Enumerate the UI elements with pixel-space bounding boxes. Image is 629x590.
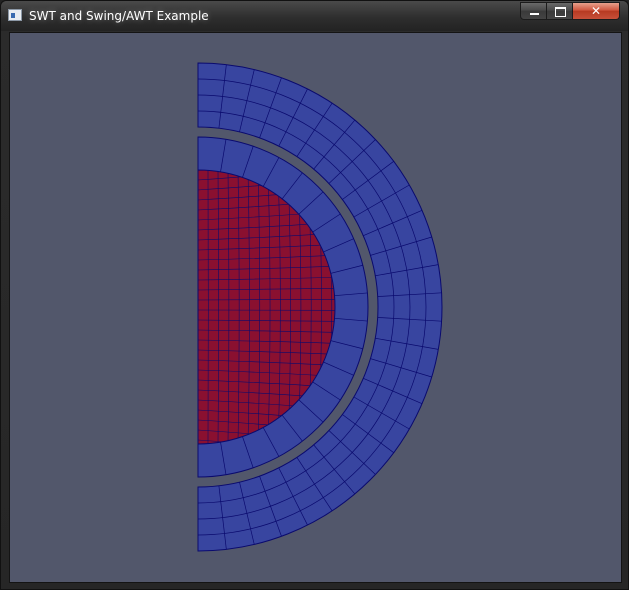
close-button[interactable]: ✕ <box>573 2 620 20</box>
window-title: SWT and Swing/AWT Example <box>29 9 209 23</box>
minimize-button[interactable] <box>520 2 547 20</box>
application-window: SWT and Swing/AWT Example ✕ <box>0 0 629 590</box>
mesh-canvas[interactable] <box>10 33 621 582</box>
app-icon[interactable] <box>8 9 22 21</box>
minimize-icon <box>530 13 539 15</box>
window-controls: ✕ <box>520 2 620 22</box>
maximize-icon <box>555 7 566 17</box>
maximize-button[interactable] <box>547 2 573 20</box>
close-icon: ✕ <box>590 4 602 18</box>
render-viewport[interactable] <box>9 32 622 583</box>
title-bar[interactable]: SWT and Swing/AWT Example ✕ <box>1 1 628 31</box>
